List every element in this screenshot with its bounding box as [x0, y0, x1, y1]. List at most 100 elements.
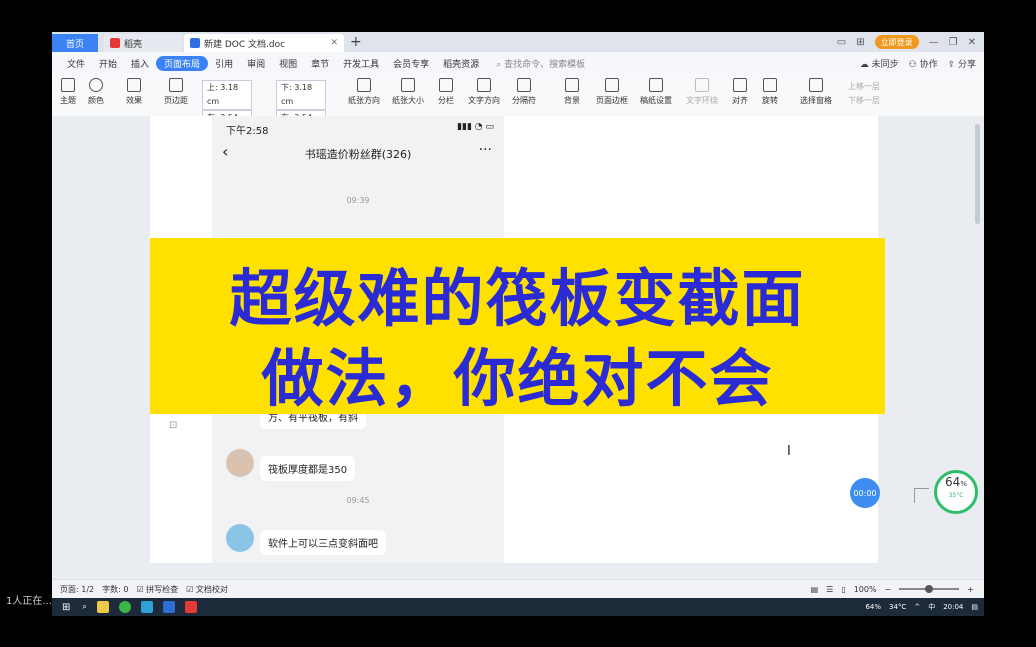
tray-up-icon[interactable]: ^ — [914, 603, 920, 611]
phone-time: 下午2:58 — [226, 126, 269, 137]
selection-pane-label: 选择窗格 — [800, 96, 832, 105]
tab-home[interactable]: 首页 — [52, 34, 98, 52]
chat-timestamp: 09:45 — [346, 496, 370, 505]
login-button[interactable]: 立即登录 — [874, 35, 919, 49]
vertical-scrollbar[interactable] — [975, 124, 980, 224]
color-button[interactable]: 颜色 — [88, 78, 104, 106]
zoom-slider-knob[interactable] — [925, 585, 934, 593]
outline-view-icon[interactable]: ☰ — [826, 585, 833, 594]
login-label: 立即登录 — [880, 37, 913, 47]
tab-daoke-label: 稻壳 — [124, 39, 143, 50]
draft-paper-icon — [649, 78, 663, 92]
rotate-button[interactable]: 旋转 — [762, 78, 778, 106]
perf-unit: % — [960, 480, 967, 488]
zoom-out-icon[interactable]: − — [885, 585, 892, 594]
menu-page-layout[interactable]: 页面布局 — [156, 55, 209, 71]
tab-daoke[interactable]: 稻壳 — [104, 34, 182, 52]
system-tray: 64% 34°C ^ 中 20:04 ▤ — [865, 602, 978, 612]
menu-chapter[interactable]: 章节 — [304, 57, 336, 70]
color-icon — [89, 78, 103, 92]
status-right: ▤ ☰ ▯ 100% − + — [811, 585, 974, 594]
page-count: 页面: 1/2 — [60, 584, 95, 594]
notification-icon[interactable]: ▤ — [971, 603, 978, 611]
text-wrap-icon — [695, 78, 709, 92]
read-mode-icon[interactable]: ▯ — [841, 585, 845, 594]
menu-insert[interactable]: 插入 — [124, 57, 156, 70]
minimize-icon[interactable]: — — [929, 37, 939, 48]
align-button[interactable]: 对齐 — [732, 78, 748, 106]
cpu-usage: 64% — [865, 603, 882, 611]
send-backward-button[interactable]: 下移一层 — [848, 94, 880, 108]
collab-label: 协作 — [919, 59, 938, 70]
margin-top-input[interactable]: 上: 3.18 cm — [202, 80, 252, 110]
proofread-label: 文档校对 — [195, 584, 228, 594]
effect-label: 效果 — [126, 96, 142, 105]
page-border-button[interactable]: 页面边框 — [596, 78, 628, 106]
view-mode-icon[interactable]: ▤ — [811, 585, 819, 594]
menu-home[interactable]: 开始 — [92, 57, 124, 70]
draft-paper-button[interactable]: 稿纸设置 — [640, 78, 672, 106]
ime-indicator[interactable]: 中 — [928, 602, 935, 612]
margin-button[interactable]: 页边距 — [164, 78, 188, 106]
browser-icon[interactable] — [118, 601, 131, 613]
size-button[interactable]: 纸张大小 — [392, 78, 424, 106]
clock[interactable]: 20:04 — [943, 603, 963, 611]
margin-bottom-input[interactable]: 下: 3.18 cm — [276, 80, 326, 110]
performance-widget[interactable]: 64% 35°C — [934, 470, 978, 514]
close-window-icon[interactable]: ✕ — [968, 37, 976, 48]
restore-icon[interactable]: ❐ — [949, 37, 958, 48]
windows-taskbar: ⊞ ⌕ 64% 34°C ^ 中 20:04 ▤ — [52, 598, 984, 616]
windows-start-icon[interactable]: ⊞ — [62, 602, 70, 613]
background-label: 背景 — [564, 96, 580, 105]
text-wrap-label: 文字环绕 — [686, 96, 718, 105]
text-direction-label: 文字方向 — [468, 96, 500, 105]
background-button[interactable]: 背景 — [564, 78, 580, 106]
app-g-icon[interactable] — [162, 601, 175, 613]
new-tab-button[interactable]: + — [350, 34, 362, 50]
recording-timer[interactable]: 00:00 — [850, 478, 880, 508]
text-direction-button[interactable]: 文字方向 — [468, 78, 500, 106]
grid-icon[interactable]: ⊞ — [856, 37, 864, 48]
page-border-icon — [605, 78, 619, 92]
sync-button[interactable]: ☁ 未同步 — [860, 57, 899, 70]
window-controls: ▭ ⊞ 立即登录 — ❐ ✕ — [837, 35, 976, 49]
layout-icon[interactable]: ▭ — [837, 37, 846, 48]
menu-view[interactable]: 视图 — [272, 57, 304, 70]
zoom-level[interactable]: 100% — [854, 585, 877, 594]
menu-developer[interactable]: 开发工具 — [336, 57, 386, 70]
menu-resources[interactable]: 稻壳资源 — [436, 57, 486, 70]
bring-forward-button[interactable]: 上移一层 — [848, 80, 880, 94]
command-search[interactable]: ⌕ 查找命令、搜索模板 — [496, 57, 585, 70]
word-count: 字数: 0 — [102, 584, 129, 594]
theme-button[interactable]: 主题 — [60, 78, 76, 106]
selection-pane-button[interactable]: 选择窗格 — [800, 78, 832, 106]
orientation-button[interactable]: 纸张方向 — [348, 78, 380, 106]
menu-references[interactable]: 引用 — [208, 57, 240, 70]
text-wrap-button[interactable]: 文字环绕 — [686, 78, 718, 106]
tab-document[interactable]: 新建 DOC 文档.doc ✕ — [184, 34, 344, 52]
menu-review[interactable]: 审阅 — [240, 57, 272, 70]
zoom-in-icon[interactable]: + — [967, 585, 974, 594]
effect-button[interactable]: 效果 — [126, 78, 142, 106]
margin-icon — [169, 78, 183, 92]
app-t-icon[interactable] — [140, 601, 153, 613]
menu-bar: 文件 开始 插入 页面布局 引用 审阅 视图 章节 开发工具 会员专享 稻壳资源… — [52, 52, 984, 74]
title-banner: 超级难的筏板变截面 做法，你绝对不会 — [150, 238, 885, 415]
document-area: 下午2:58 ▮▮▮ ◔ ▭ ‹ 书瑶造价粉丝群(326) ··· 09:39 … — [52, 116, 984, 586]
text-direction-icon — [477, 78, 491, 92]
zoom-slider[interactable] — [899, 585, 960, 593]
columns-button[interactable]: 分栏 — [438, 78, 454, 106]
wps-taskbar-icon[interactable] — [184, 601, 197, 613]
proofread-button[interactable]: ☑ 文档校对 — [186, 584, 228, 595]
menu-file[interactable]: 文件 — [60, 57, 92, 70]
page-break-button[interactable]: 分隔符 — [512, 78, 536, 106]
search-icon[interactable]: ⌕ — [82, 602, 86, 612]
command-search-text: 查找命令、搜索模板 — [504, 59, 586, 70]
menu-member[interactable]: 会员专享 — [386, 57, 436, 70]
share-button[interactable]: ⇪ 分享 — [948, 57, 976, 70]
file-explorer-icon[interactable] — [96, 601, 109, 613]
status-bar: 页面: 1/2 字数: 0 ☑ 拼写检查 ☑ 文档校对 ▤ ☰ ▯ 100% −… — [52, 579, 984, 598]
collab-button[interactable]: ⚇ 协作 — [909, 57, 938, 70]
spell-check-button[interactable]: ☑ 拼写检查 — [136, 584, 178, 595]
close-tab-icon[interactable]: ✕ — [330, 38, 338, 48]
